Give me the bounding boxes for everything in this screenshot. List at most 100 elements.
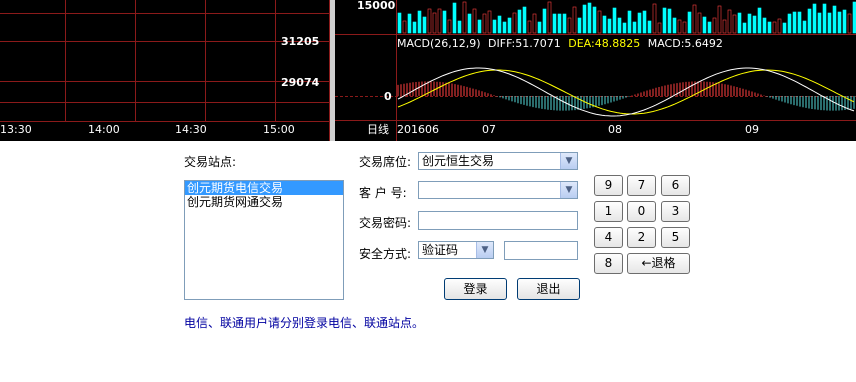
keypad-key[interactable]: 7 — [627, 175, 656, 196]
station-option-telecom[interactable]: 创元期货电信交易 — [185, 181, 343, 195]
volume-bar — [577, 17, 582, 34]
volume-bar — [442, 10, 447, 34]
keypad-key[interactable]: 3 — [661, 201, 690, 222]
time-label: 14:30 — [175, 123, 207, 136]
date-label: 201606 — [397, 123, 439, 136]
volume-bar — [732, 14, 737, 34]
volume-bar — [777, 18, 782, 34]
station-listbox[interactable]: 创元期货电信交易 创元期货网通交易 — [184, 180, 344, 300]
keypad-key[interactable]: 9 — [594, 175, 623, 196]
station-notice: 电信、联通用户请分别登录电信、联通站点。 — [184, 316, 425, 330]
volume-bar — [582, 4, 587, 34]
password-field[interactable] — [418, 211, 578, 230]
volume-bar — [427, 8, 432, 34]
volume-bar — [592, 6, 597, 34]
dea-value: DEA:48.8825 — [568, 37, 641, 50]
volume-bar — [437, 8, 442, 34]
volume-bar — [667, 8, 672, 34]
volume-bar — [762, 17, 767, 34]
account-label: 客 户 号: — [359, 186, 407, 200]
volume-bar — [612, 7, 617, 34]
volume-bar — [737, 12, 742, 34]
keypad-key[interactable]: 4 — [594, 227, 623, 248]
macd-value: MACD:5.6492 — [647, 37, 723, 50]
volume-bar — [587, 2, 592, 34]
volume-bar — [562, 13, 567, 34]
volume-bar — [397, 12, 402, 34]
volume-bar — [507, 17, 512, 34]
volume-bar — [717, 5, 722, 34]
volume-bar — [402, 20, 407, 34]
keypad-key[interactable]: 2 — [627, 227, 656, 248]
volume-bar — [597, 10, 602, 34]
account-combobox[interactable]: ▼ — [418, 181, 578, 199]
period-label[interactable]: 日线 — [367, 124, 389, 136]
security-select[interactable]: 验证码 ▼ — [418, 241, 494, 259]
volume-bar — [757, 7, 762, 34]
chart-grid — [0, 0, 856, 141]
keypad-key[interactable]: 0 — [627, 201, 656, 222]
volume-bar — [557, 13, 562, 34]
exit-button[interactable]: 退出 — [517, 278, 580, 300]
keypad-key[interactable]: 1 — [594, 201, 623, 222]
keypad-key[interactable]: 5 — [661, 227, 690, 248]
volume-bar — [457, 20, 462, 34]
station-option-unicom[interactable]: 创元期货网通交易 — [185, 195, 343, 209]
volume-bar — [502, 21, 507, 34]
volume-bar — [652, 3, 657, 34]
volume-bar — [477, 19, 482, 34]
volume-bar — [567, 17, 572, 34]
volume-bar — [682, 21, 687, 34]
keypad-key[interactable]: 6 — [661, 175, 690, 196]
date-label: 07 — [482, 123, 496, 136]
volume-bar — [657, 22, 662, 34]
volume-bar — [522, 6, 527, 34]
volume-bar — [722, 19, 727, 34]
captcha-field[interactable] — [504, 241, 578, 260]
price-label-high: 31205 — [281, 35, 320, 48]
security-select-value: 验证码 — [422, 243, 459, 257]
volume-bar — [607, 18, 612, 34]
volume-bar — [547, 1, 552, 34]
volume-bar — [617, 17, 622, 34]
volume-bar — [407, 13, 412, 34]
volume-bar — [707, 21, 712, 34]
volume-bar — [702, 16, 707, 34]
volume-bar — [672, 17, 677, 34]
volume-scale-label: 15000 — [357, 0, 396, 12]
volume-bar — [622, 22, 627, 34]
macd-name: MACD(26,12,9) — [397, 37, 481, 50]
volume-bar — [572, 6, 577, 34]
security-label: 安全方式: — [359, 247, 412, 261]
volume-bar — [772, 21, 777, 34]
diff-value: DIFF:51.7071 — [488, 37, 561, 50]
keypad-key[interactable]: 8 — [594, 253, 623, 274]
backspace-key[interactable]: ←退格 — [627, 253, 690, 274]
volume-bar — [817, 12, 822, 34]
seat-select[interactable]: 创元恒生交易 ▼ — [418, 152, 578, 170]
chevron-down-icon[interactable]: ▼ — [476, 242, 493, 258]
volume-bar — [512, 12, 517, 34]
macd-zero-label: 0 — [384, 90, 392, 103]
volume-bar — [527, 20, 532, 34]
volume-bar — [712, 17, 717, 34]
login-button[interactable]: 登录 — [444, 278, 507, 300]
chart-area: 31205 29074 13:30 14:00 14:30 15:00 1500… — [0, 0, 856, 141]
login-panel: 交易站点: 创元期货电信交易 创元期货网通交易 交易席位: 创元恒生交易 ▼ 客… — [0, 141, 856, 382]
volume-bar — [797, 11, 802, 34]
volume-bar — [462, 1, 467, 34]
volume-bar — [492, 19, 497, 34]
volume-bar — [692, 4, 697, 34]
volume-bar — [517, 9, 522, 34]
time-label: 15:00 — [263, 123, 295, 136]
date-label: 08 — [608, 123, 622, 136]
volume-bar — [632, 21, 637, 34]
volume-bar — [847, 13, 852, 34]
seat-select-value: 创元恒生交易 — [422, 154, 495, 168]
chevron-down-icon[interactable]: ▼ — [560, 153, 577, 169]
chevron-down-icon[interactable]: ▼ — [560, 182, 577, 198]
time-label: 14:00 — [88, 123, 120, 136]
volume-bar — [662, 7, 667, 34]
volume-bar — [497, 15, 502, 34]
volume-bar — [787, 13, 792, 34]
